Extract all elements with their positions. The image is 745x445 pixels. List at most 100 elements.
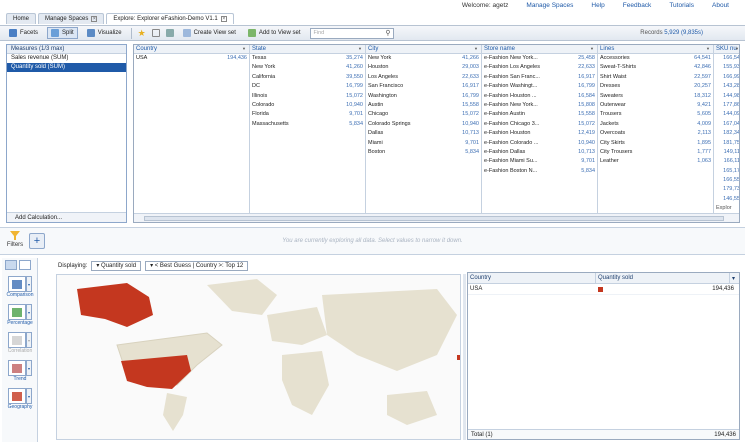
- add-calculation-button[interactable]: Add Calculation...: [7, 212, 126, 222]
- facet-row[interactable]: 167,04: [714, 120, 739, 129]
- facet-row[interactable]: e-Fashion Boston N... 5,834: [482, 167, 597, 176]
- facet-row[interactable]: Miami 9,701: [366, 139, 481, 148]
- facet-row[interactable]: 144,98: [714, 92, 739, 101]
- facet-row[interactable]: e-Fashion Colorado ... 10,940: [482, 139, 597, 148]
- facet-row[interactable]: DC 16,799: [250, 82, 365, 91]
- facet-row[interactable]: Massachusetts 5,834: [250, 120, 365, 129]
- find-input[interactable]: Find: [309, 27, 394, 39]
- facet-column-header[interactable]: City: [366, 45, 481, 54]
- facet-row[interactable]: 182,34: [714, 129, 739, 138]
- about-link[interactable]: About: [712, 2, 729, 9]
- facet-row[interactable]: Los Angeles 22,633: [366, 73, 481, 82]
- facet-row[interactable]: Dresses 20,257: [598, 82, 713, 91]
- chevron-down-icon[interactable]: ▾: [26, 276, 32, 292]
- facet-row[interactable]: e-Fashion Houston ... 16,584: [482, 92, 597, 101]
- page-icon[interactable]: [151, 29, 160, 37]
- column-header[interactable]: Country: [468, 273, 596, 283]
- facet-row[interactable]: Austin 15,558: [366, 101, 481, 110]
- facet-row[interactable]: e-Fashion New York... 15,808: [482, 101, 597, 110]
- facet-row[interactable]: 149,11: [714, 148, 739, 157]
- chart-type-trend[interactable]: ▾ Trend: [6, 360, 34, 382]
- facet-row[interactable]: California 39,550: [250, 73, 365, 82]
- facet-row[interactable]: 177,86: [714, 101, 739, 110]
- help-link[interactable]: Help: [591, 2, 604, 9]
- chart-type-comparison[interactable]: ▾ Comparison: [6, 276, 34, 298]
- facet-row[interactable]: Trousers 5,605: [598, 110, 713, 119]
- measure-select[interactable]: ▾ Quantity sold: [91, 261, 142, 271]
- facet-row[interactable]: 166,99: [714, 73, 739, 82]
- chevron-down-icon[interactable]: ▾: [730, 273, 739, 283]
- chevron-down-icon[interactable]: ▾: [26, 304, 32, 320]
- geography-map[interactable]: [56, 274, 461, 440]
- chevron-down-icon[interactable]: ▾: [26, 360, 32, 376]
- chevron-down-icon[interactable]: ▾: [26, 388, 32, 404]
- facet-row[interactable]: Overcoats 2,113: [598, 129, 713, 138]
- facet-row[interactable]: e-Fashion Miami Su... 9,701: [482, 157, 597, 166]
- facet-row[interactable]: e-Fashion Washingt... 16,799: [482, 82, 597, 91]
- split-button[interactable]: Split: [47, 27, 78, 39]
- create-view-set-button[interactable]: Create View set: [180, 27, 239, 39]
- facet-row[interactable]: Shirt Waist 22,597: [598, 73, 713, 82]
- facet-row[interactable]: e-Fashion Los Angeles 22,633: [482, 63, 597, 72]
- facet-row[interactable]: e-Fashion San Franc... 16,917: [482, 73, 597, 82]
- chevron-down-icon[interactable]: ▾: [26, 332, 32, 348]
- facet-row[interactable]: Illinois 15,072: [250, 92, 365, 101]
- facet-row[interactable]: e-Fashion Houston 12,419: [482, 129, 597, 138]
- facet-row[interactable]: 165,17: [714, 167, 739, 176]
- facet-row[interactable]: e-Fashion Chicago 3... 15,072: [482, 120, 597, 129]
- measure-item[interactable]: Quantity sold (SUM): [7, 63, 126, 72]
- facet-row[interactable]: USA 194,436: [134, 54, 249, 63]
- star-icon[interactable]: ★: [138, 28, 146, 39]
- hawaii-marker[interactable]: [457, 355, 461, 360]
- facet-row[interactable]: New York 41,266: [366, 54, 481, 63]
- facet-row[interactable]: Outerwear 9,421: [598, 101, 713, 110]
- facet-row[interactable]: 166,55: [714, 176, 739, 185]
- column-header[interactable]: Quantity sold: [596, 273, 730, 283]
- tab-manage-spaces[interactable]: Manage Spaces ×: [38, 13, 105, 24]
- facet-row[interactable]: San Francisco 16,917: [366, 82, 481, 91]
- facet-row[interactable]: Texas 35,274: [250, 54, 365, 63]
- facet-row[interactable]: 143,28: [714, 82, 739, 91]
- facet-row[interactable]: Leather 1,063: [598, 157, 713, 166]
- feedback-link[interactable]: Feedback: [623, 2, 652, 9]
- world-map[interactable]: [57, 275, 461, 440]
- facet-row[interactable]: 181,75: [714, 139, 739, 148]
- add-to-view-set-button[interactable]: Add to View set: [245, 27, 304, 39]
- facet-row[interactable]: Sweat-T-Shirts 42,846: [598, 63, 713, 72]
- chart-type-percentage[interactable]: ▾ Percentage: [6, 304, 34, 326]
- facet-row[interactable]: Boston 5,834: [366, 148, 481, 157]
- facet-row[interactable]: 179,73: [714, 185, 739, 194]
- close-icon[interactable]: ×: [91, 16, 98, 22]
- facet-row[interactable]: Dallas 10,713: [366, 129, 481, 138]
- facet-row[interactable]: Chicago 15,072: [366, 110, 481, 119]
- facet-row[interactable]: Houston 29,003: [366, 63, 481, 72]
- table-view-icon[interactable]: [19, 260, 31, 270]
- facet-column-header[interactable]: State: [250, 45, 365, 54]
- table-row[interactable]: USA 194,436: [468, 284, 739, 295]
- panel-splitter[interactable]: [463, 274, 466, 440]
- facet-row[interactable]: Washington 16,799: [366, 92, 481, 101]
- facet-row[interactable]: City Skirts 1,895: [598, 139, 713, 148]
- facet-row[interactable]: New York 41,260: [250, 63, 365, 72]
- facet-column-header[interactable]: Lines: [598, 45, 713, 54]
- facet-column-header[interactable]: SKU nu: [714, 45, 739, 54]
- facet-row[interactable]: Florida 9,701: [250, 110, 365, 119]
- chart-type-correlation[interactable]: ▾ Correlation: [6, 332, 34, 354]
- facet-row[interactable]: City Trousers 1,777: [598, 148, 713, 157]
- facet-column-header[interactable]: Country: [134, 45, 249, 54]
- dimension-select[interactable]: ▾ < Best Guess | Country >: Top 12: [145, 261, 249, 271]
- visualize-button[interactable]: Visualize: [84, 27, 125, 39]
- share-icon[interactable]: [165, 29, 174, 37]
- tab-home[interactable]: Home: [6, 13, 37, 24]
- manage-spaces-link[interactable]: Manage Spaces: [526, 2, 573, 9]
- tutorials-link[interactable]: Tutorials: [669, 2, 694, 9]
- facet-row[interactable]: Jackets 4,009: [598, 120, 713, 129]
- facet-row[interactable]: Colorado 10,940: [250, 101, 365, 110]
- measure-item[interactable]: Sales revenue (SUM): [7, 54, 126, 63]
- facet-row[interactable]: e-Fashion New York... 25,458: [482, 54, 597, 63]
- tab-explore[interactable]: Explore: Explorer eFashion-Demo V1.1 ×: [106, 13, 234, 24]
- facet-row[interactable]: Colorado Springs 10,940: [366, 120, 481, 129]
- facet-row[interactable]: e-Fashion Austin 15,558: [482, 110, 597, 119]
- chart-type-geography[interactable]: ▾ Geography: [6, 388, 34, 410]
- facet-row[interactable]: 155,93: [714, 63, 739, 72]
